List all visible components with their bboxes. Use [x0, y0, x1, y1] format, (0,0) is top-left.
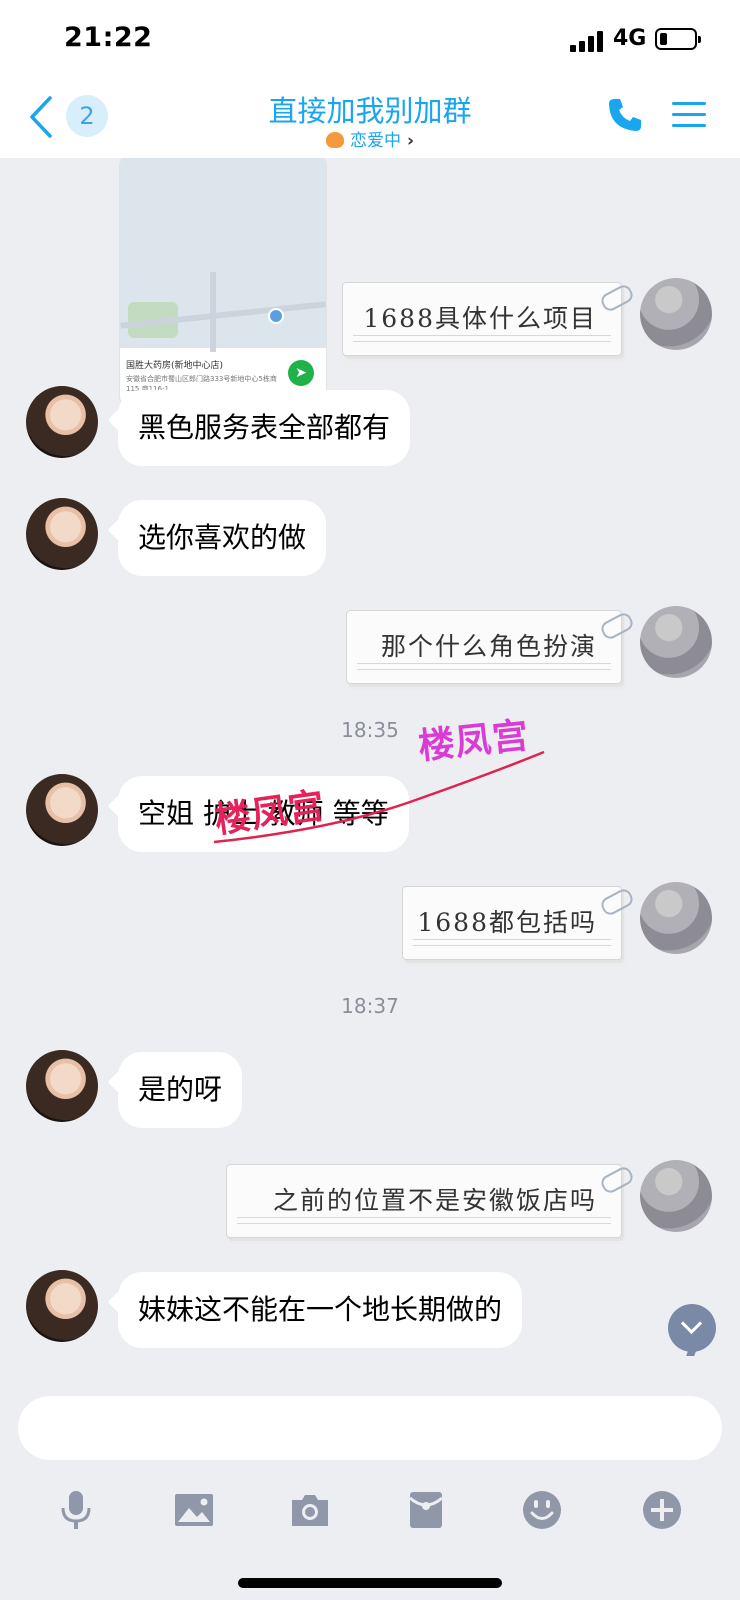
message-list[interactable]: 国胜大药房(新地中心店) 安徽省合肥市蜀山区郎门路333号新地中心5栋商115,… — [0, 158, 740, 1368]
message-text: 选你喜欢的做 — [138, 521, 307, 554]
avatar-self[interactable] — [640, 1160, 712, 1232]
message-text: 是的呀 — [138, 1073, 223, 1106]
camera-icon[interactable] — [288, 1488, 332, 1532]
red-packet-icon[interactable] — [404, 1488, 448, 1532]
battery-icon — [655, 28, 701, 50]
message-input[interactable] — [18, 1396, 722, 1460]
menu-icon[interactable] — [672, 100, 706, 130]
message-bubble-received[interactable]: 选你喜欢的做 — [118, 500, 327, 576]
message-bubble-received[interactable]: 是的呀 — [118, 1052, 243, 1128]
avatar-contact[interactable] — [26, 498, 98, 570]
message-text: 之前的位置不是安徽饭店吗 — [272, 1186, 597, 1215]
message-timestamp: 18:37 — [341, 994, 399, 1018]
paperclip-icon — [598, 886, 636, 918]
message-text: 妹妹这不能在一个地长期做的 — [138, 1293, 503, 1326]
avatar-self[interactable] — [640, 606, 712, 678]
paperclip-icon — [598, 1164, 636, 1196]
location-name: 国胜大药房(新地中心店) — [126, 361, 224, 371]
message-bubble-sent[interactable]: 之前的位置不是安徽饭店吗 — [226, 1164, 636, 1238]
heart-emoji-icon — [325, 132, 344, 148]
avatar-contact[interactable] — [26, 1050, 98, 1122]
network-type: 4G — [613, 26, 647, 51]
paperclip-icon — [598, 282, 636, 314]
chat-header: 2 直接加我别加群 恋爱中 › — [0, 78, 740, 158]
map-preview — [120, 158, 326, 352]
status-time: 21:22 — [64, 22, 153, 53]
message-bubble-sent[interactable]: 1688具体什么项目 — [342, 282, 636, 356]
signal-icon — [570, 30, 604, 52]
home-indicator[interactable] — [238, 1578, 502, 1588]
phone-call-icon[interactable] — [606, 96, 644, 134]
relationship-status-label: 恋爱中 — [349, 131, 401, 151]
watermark-swoosh — [213, 750, 545, 844]
scroll-to-bottom-icon[interactable] — [668, 1304, 716, 1356]
composer — [0, 1368, 740, 1600]
avatar-contact[interactable] — [26, 386, 98, 458]
avatar-contact[interactable] — [26, 1270, 98, 1342]
plus-icon[interactable] — [640, 1488, 684, 1532]
paperclip-icon — [598, 610, 636, 642]
image-icon[interactable] — [172, 1488, 216, 1532]
emoji-icon[interactable] — [520, 1488, 564, 1532]
message-text: 1688具体什么项目 — [363, 304, 597, 333]
avatar-self[interactable] — [640, 278, 712, 350]
message-bubble-sent[interactable]: 1688都包括吗 — [402, 886, 636, 960]
message-text: 黑色服务表全部都有 — [138, 411, 391, 444]
avatar-contact[interactable] — [26, 774, 98, 846]
message-text: 那个什么角色扮演 — [380, 632, 597, 661]
status-bar: 21:22 4G — [0, 0, 740, 78]
message-bubble-sent[interactable]: 那个什么角色扮演 — [346, 610, 636, 684]
avatar-self[interactable] — [640, 882, 712, 954]
message-text: 1688都包括吗 — [417, 908, 597, 937]
microphone-icon[interactable] — [54, 1488, 98, 1532]
chevron-right-icon: › — [406, 131, 414, 151]
message-bubble-received[interactable]: 黑色服务表全部都有 — [118, 390, 411, 466]
location-card[interactable]: 国胜大药房(新地中心店) 安徽省合肥市蜀山区郎门路333号新地中心5栋商115,… — [120, 158, 326, 410]
navigate-icon[interactable]: ➤ — [288, 360, 314, 386]
message-bubble-received[interactable]: 妹妹这不能在一个地长期做的 — [118, 1272, 523, 1348]
